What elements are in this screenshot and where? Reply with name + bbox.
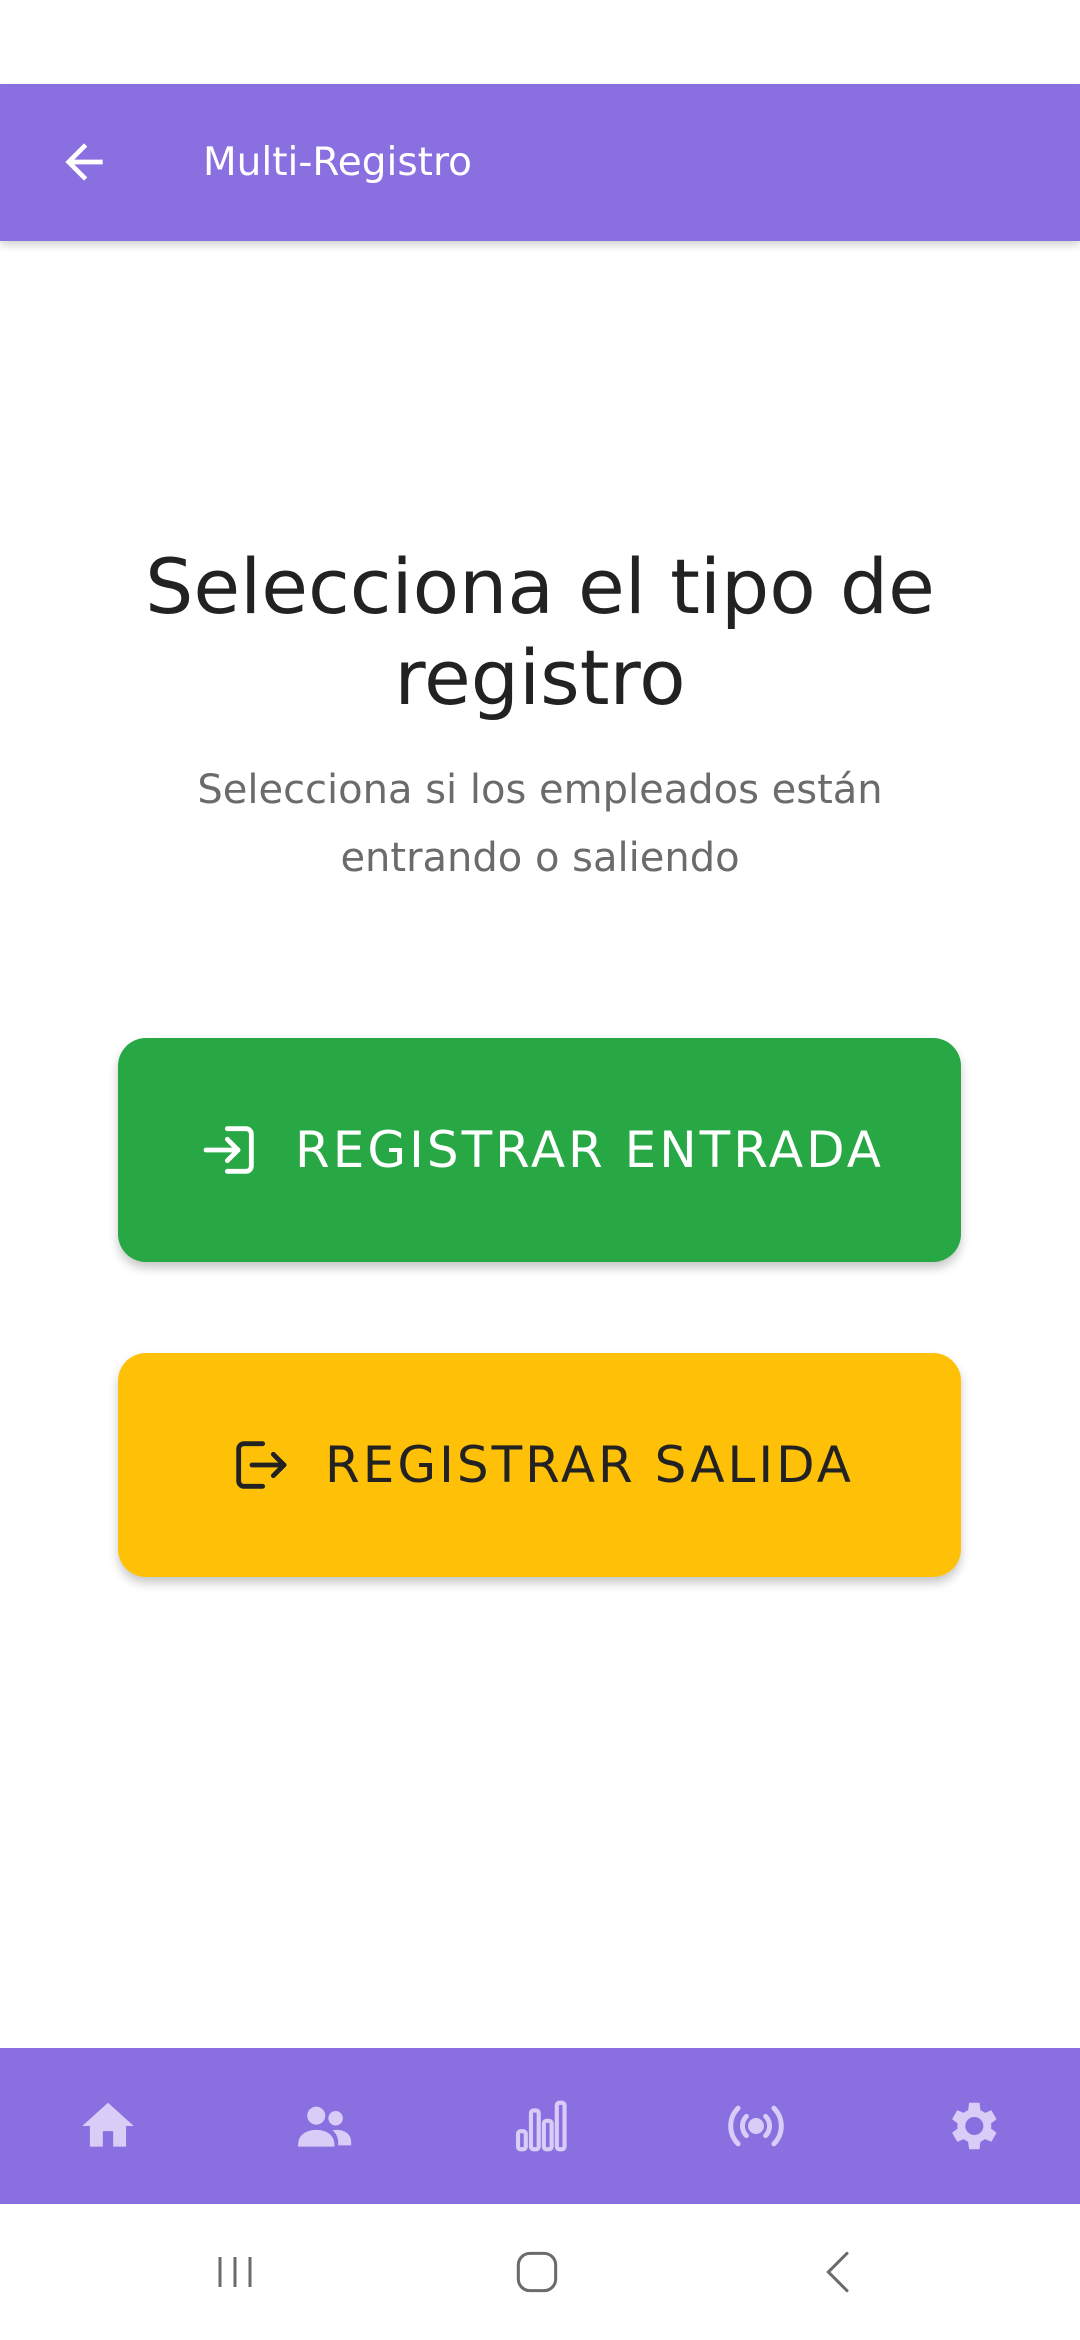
nav-home[interactable] bbox=[48, 2066, 168, 2186]
gear-icon bbox=[952, 2102, 997, 2150]
arrow-left-icon bbox=[65, 143, 103, 181]
register-exit-label: REGISTRAR SALIDA bbox=[325, 1436, 854, 1494]
register-exit-button[interactable]: REGISTRAR SALIDA bbox=[118, 1353, 961, 1577]
nav-reports[interactable] bbox=[480, 2066, 600, 2186]
system-back-button[interactable] bbox=[790, 2232, 890, 2312]
system-home-button[interactable] bbox=[487, 2232, 587, 2312]
page-title: Selecciona el tipo de registro bbox=[145, 542, 935, 722]
nav-broadcast[interactable] bbox=[696, 2066, 816, 2186]
app-title: Multi-Registro bbox=[203, 140, 472, 185]
logout-icon bbox=[225, 1430, 295, 1500]
app-bar: Multi-Registro bbox=[0, 84, 1080, 241]
main-content: Selecciona el tipo de registro Seleccion… bbox=[0, 241, 1080, 2048]
register-entry-label: REGISTRAR ENTRADA bbox=[295, 1121, 884, 1179]
home-square-icon bbox=[516, 2251, 558, 2293]
bottom-nav bbox=[0, 2048, 1080, 2204]
status-bar bbox=[0, 0, 1080, 84]
nav-settings[interactable] bbox=[912, 2066, 1032, 2186]
register-entry-button[interactable]: REGISTRAR ENTRADA bbox=[118, 1038, 961, 1262]
system-nav-bar bbox=[0, 2204, 1080, 2340]
nav-users[interactable] bbox=[264, 2066, 384, 2186]
broadcast-icon bbox=[728, 2105, 784, 2147]
home-icon bbox=[82, 2102, 134, 2147]
recent-apps-icon bbox=[218, 2257, 252, 2287]
screen: Multi-Registro Selecciona el tipo de reg… bbox=[0, 0, 1080, 2340]
login-icon bbox=[195, 1115, 265, 1185]
back-chevron-icon bbox=[826, 2251, 849, 2293]
bar-chart-icon bbox=[515, 2100, 567, 2152]
page-subtitle: Selecciona si los empleados están entran… bbox=[197, 767, 883, 881]
recent-apps-button[interactable] bbox=[185, 2232, 285, 2312]
back-button[interactable] bbox=[40, 118, 128, 206]
users-icon bbox=[298, 2106, 352, 2147]
